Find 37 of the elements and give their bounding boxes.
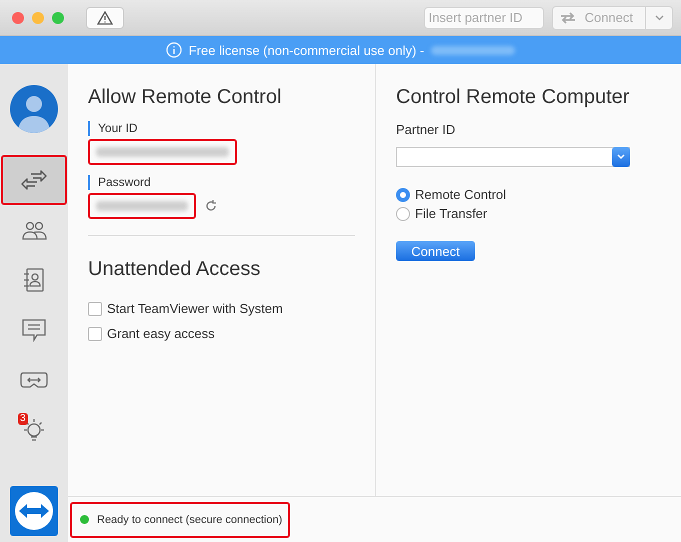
license-text: Free license (non-commercial use only) - [188,42,424,58]
radio-button[interactable] [396,188,410,202]
partner-id-combo[interactable] [396,147,630,167]
contact-book-icon [23,268,45,292]
people-icon [21,220,47,240]
partner-id-field[interactable]: Insert partner ID [424,6,544,28]
field-label: Your ID [88,121,355,136]
arrows-icon [558,12,577,24]
app-logo[interactable] [10,486,58,536]
sidebar-item[interactable] [1,155,67,205]
checkbox-label: Grant easy access [107,326,215,341]
section-title: Allow Remote Control [88,86,282,109]
chat-icon [22,318,46,342]
field-label: Partner ID [396,122,456,137]
checkbox[interactable] [88,302,102,316]
info-icon [166,42,182,58]
warning-button[interactable] [86,6,124,28]
field-label: Password [88,175,355,190]
sidebar-item[interactable]: 3 [1,405,67,455]
notification-badge: 3 [18,413,28,425]
radio-button[interactable] [396,206,410,220]
refresh-icon[interactable] [204,199,218,213]
section-title: Control Remote Computer [396,86,630,109]
close-button[interactable] [12,12,24,24]
chevron-icon [617,154,625,160]
radio-label: File Transfer [415,206,488,221]
meeting-icon [20,371,48,389]
avatar-icon[interactable] [10,85,58,133]
warning-icon [97,10,113,24]
connect-button[interactable]: Connect [396,241,475,261]
arrows-icon [21,170,47,190]
status-text: Ready to connect (secure connection) [97,514,282,526]
checkbox-label: Start TeamViewer with System [107,301,283,316]
radio-label: Remote Control [415,187,506,202]
section-title: Unattended Access [88,258,262,281]
chevron-icon [654,14,664,20]
checkbox[interactable] [88,326,102,340]
